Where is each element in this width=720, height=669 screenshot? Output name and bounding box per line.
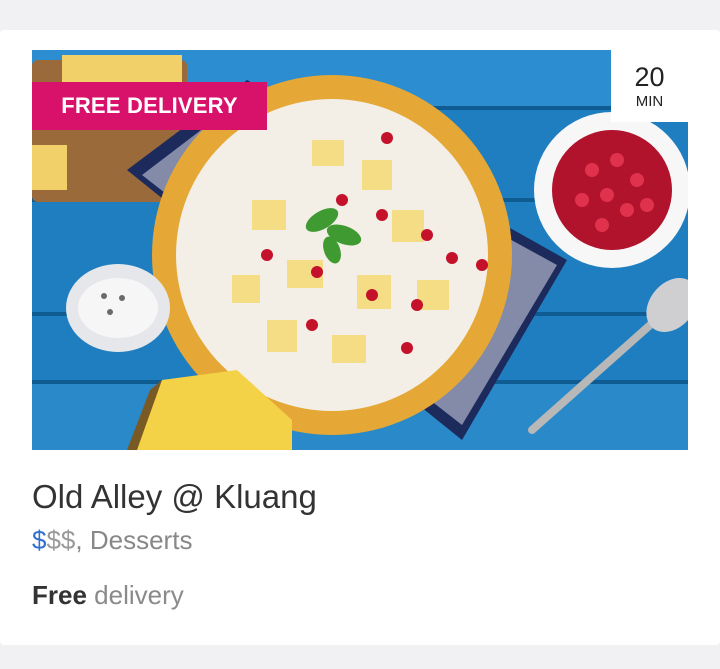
restaurant-name[interactable]: Old Alley @ Kluang (32, 478, 317, 516)
cuisine-separator: , (75, 525, 83, 555)
delivery-fee-label: Free (32, 580, 87, 610)
delivery-info: Free delivery (32, 580, 184, 611)
restaurant-card[interactable]: FREE DELIVERY 20 MIN Old Alley @ Kluang … (0, 30, 720, 645)
delivery-label: delivery (94, 580, 184, 610)
delivery-time-badge: 20 MIN (611, 50, 688, 122)
price-level-inactive: $$ (46, 525, 76, 555)
cuisine-label: Desserts (89, 525, 193, 555)
price-level-active: $ (32, 525, 47, 555)
restaurant-meta: $$$, Desserts (32, 525, 192, 556)
free-delivery-badge: FREE DELIVERY (32, 82, 267, 130)
delivery-time-unit: MIN (635, 93, 664, 110)
delivery-time-value: 20 (634, 62, 665, 92)
next-card-edge (0, 650, 720, 669)
